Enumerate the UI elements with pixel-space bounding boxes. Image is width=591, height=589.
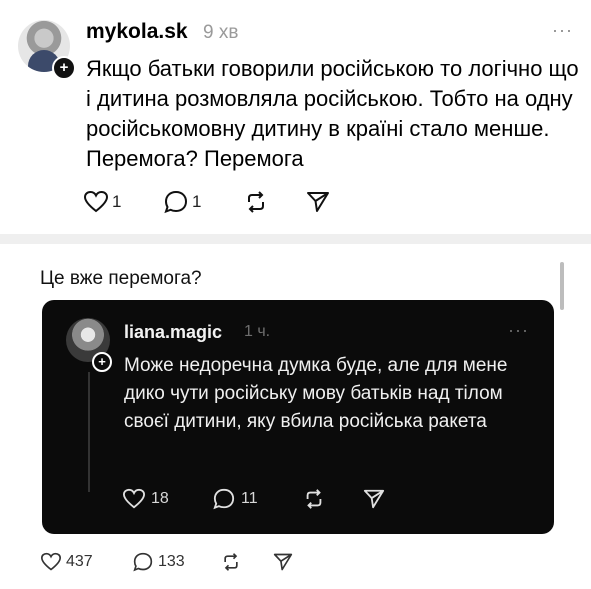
reply-count: 133 — [158, 553, 185, 570]
send-icon — [363, 489, 385, 509]
share-button[interactable] — [362, 488, 386, 510]
embedded-username[interactable]: liana.magic — [124, 322, 222, 343]
heart-icon — [40, 552, 62, 571]
post-text: Якщо батьки говорили російською то логіч… — [86, 56, 579, 171]
repost-button[interactable] — [220, 552, 242, 572]
thread-line — [88, 372, 90, 492]
like-button[interactable]: 18 — [122, 488, 169, 510]
plus-icon[interactable]: + — [52, 56, 76, 80]
send-icon — [273, 553, 293, 571]
repost-icon — [306, 489, 322, 509]
like-count: 1 — [112, 192, 122, 211]
comment-icon — [164, 190, 188, 214]
share-button[interactable] — [305, 190, 331, 214]
repost-icon — [224, 553, 238, 571]
repost-icon — [248, 191, 264, 213]
heart-icon — [122, 488, 146, 509]
like-count: 18 — [151, 490, 169, 507]
like-button[interactable]: 1 — [83, 190, 121, 214]
reply-button[interactable]: 11 — [212, 488, 258, 510]
share-button[interactable] — [272, 552, 294, 572]
reply-count: 1 — [192, 192, 202, 211]
username[interactable]: mykola.sk — [86, 20, 188, 44]
reply-count: 11 — [241, 490, 258, 507]
heart-icon — [83, 190, 109, 213]
repost-button[interactable] — [302, 488, 326, 510]
embedded-text: Може недоречна думка буде, але для мене … — [124, 355, 508, 432]
reply-button[interactable]: 1 — [163, 190, 201, 214]
divider — [0, 234, 591, 244]
more-dots-icon[interactable]: ··· — [552, 20, 573, 41]
plus-icon[interactable]: + — [92, 352, 112, 372]
quote-text: Це вже перемога? — [40, 268, 202, 289]
embedded-time: 1 ч. — [244, 323, 271, 340]
like-count: 437 — [66, 553, 93, 570]
send-icon — [307, 192, 329, 212]
post-time: 9 хв — [203, 22, 239, 43]
comment-icon — [213, 488, 235, 510]
scrollbar[interactable] — [560, 262, 564, 310]
reply-button[interactable]: 133 — [132, 552, 185, 572]
like-button[interactable]: 437 — [40, 552, 93, 572]
repost-button[interactable] — [243, 190, 269, 214]
comment-icon — [133, 552, 153, 572]
more-dots-icon[interactable]: ··· — [508, 320, 529, 341]
